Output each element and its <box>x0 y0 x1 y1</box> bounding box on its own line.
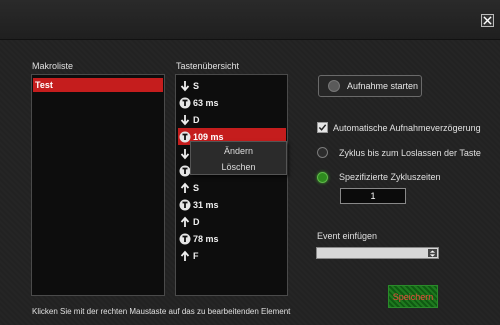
key-row-text: 31 ms <box>193 199 219 210</box>
makroliste-panel[interactable]: Test <box>31 74 165 296</box>
macro-list-item[interactable]: Test <box>33 78 163 92</box>
key-row[interactable]: F <box>178 247 199 264</box>
timer-icon <box>178 96 191 109</box>
key-row-text: D <box>193 114 200 125</box>
context-menu: Ändern Löschen <box>190 141 287 175</box>
checkmark-icon <box>318 124 327 131</box>
loop-until-release-label: Zyklus bis zum Loslassen der Taste <box>339 148 481 158</box>
timer-icon <box>178 198 191 211</box>
key-row[interactable]: D <box>178 111 200 128</box>
key-row-text: S <box>193 80 200 91</box>
arrow-down-icon <box>178 79 191 92</box>
title-bar <box>0 0 500 40</box>
timer-icon <box>178 232 191 245</box>
specified-cycles-radio[interactable] <box>317 172 328 183</box>
key-row-text: F <box>193 250 199 261</box>
event-select[interactable] <box>316 247 439 259</box>
key-row[interactable]: 63 ms <box>178 94 219 111</box>
arrow-up-icon <box>178 181 191 194</box>
key-row-text: S <box>193 182 200 193</box>
key-row[interactable]: D <box>178 213 200 230</box>
tasten-label: Tastenübersicht <box>176 61 240 71</box>
key-row-text: 63 ms <box>193 97 219 108</box>
arrow-up-icon <box>178 215 191 228</box>
key-row-text: 109 ms <box>193 131 224 142</box>
key-row-text: 78 ms <box>193 233 219 244</box>
context-menu-edit[interactable]: Ändern <box>191 143 286 159</box>
close-icon <box>483 16 492 25</box>
record-button-label: Aufnahme starten <box>347 81 419 91</box>
key-row[interactable]: S <box>178 77 199 94</box>
key-row[interactable]: S <box>178 179 199 196</box>
context-menu-delete[interactable]: Löschen <box>191 159 286 175</box>
makroliste-label: Makroliste <box>32 61 74 71</box>
key-row[interactable]: 31 ms <box>178 196 219 213</box>
cycles-input[interactable]: 1 <box>340 188 406 204</box>
updown-arrow-icon <box>428 249 437 257</box>
event-label: Event einfügen <box>317 231 378 241</box>
specified-cycles-label: Spezifizierte Zykluszeiten <box>339 172 441 182</box>
record-button[interactable]: Aufnahme starten <box>318 75 422 97</box>
auto-delay-checkbox[interactable] <box>317 122 328 133</box>
footer-hint: Klicken Sie mit der rechten Maustaste au… <box>32 307 291 316</box>
auto-delay-label: Automatische Aufnahmeverzögerung <box>333 123 481 133</box>
key-row-text: D <box>193 216 200 227</box>
close-button[interactable] <box>481 14 494 27</box>
key-row[interactable]: 78 ms <box>178 230 219 247</box>
arrow-up-icon <box>178 249 191 262</box>
arrow-down-icon <box>178 113 191 126</box>
loop-until-release-radio[interactable] <box>317 147 328 158</box>
tasten-panel[interactable]: S 63 ms D 109 ms S 31 ms D 78 ms F <box>175 74 288 296</box>
record-dot-icon <box>328 80 340 92</box>
save-button[interactable]: Speichern <box>388 285 438 308</box>
